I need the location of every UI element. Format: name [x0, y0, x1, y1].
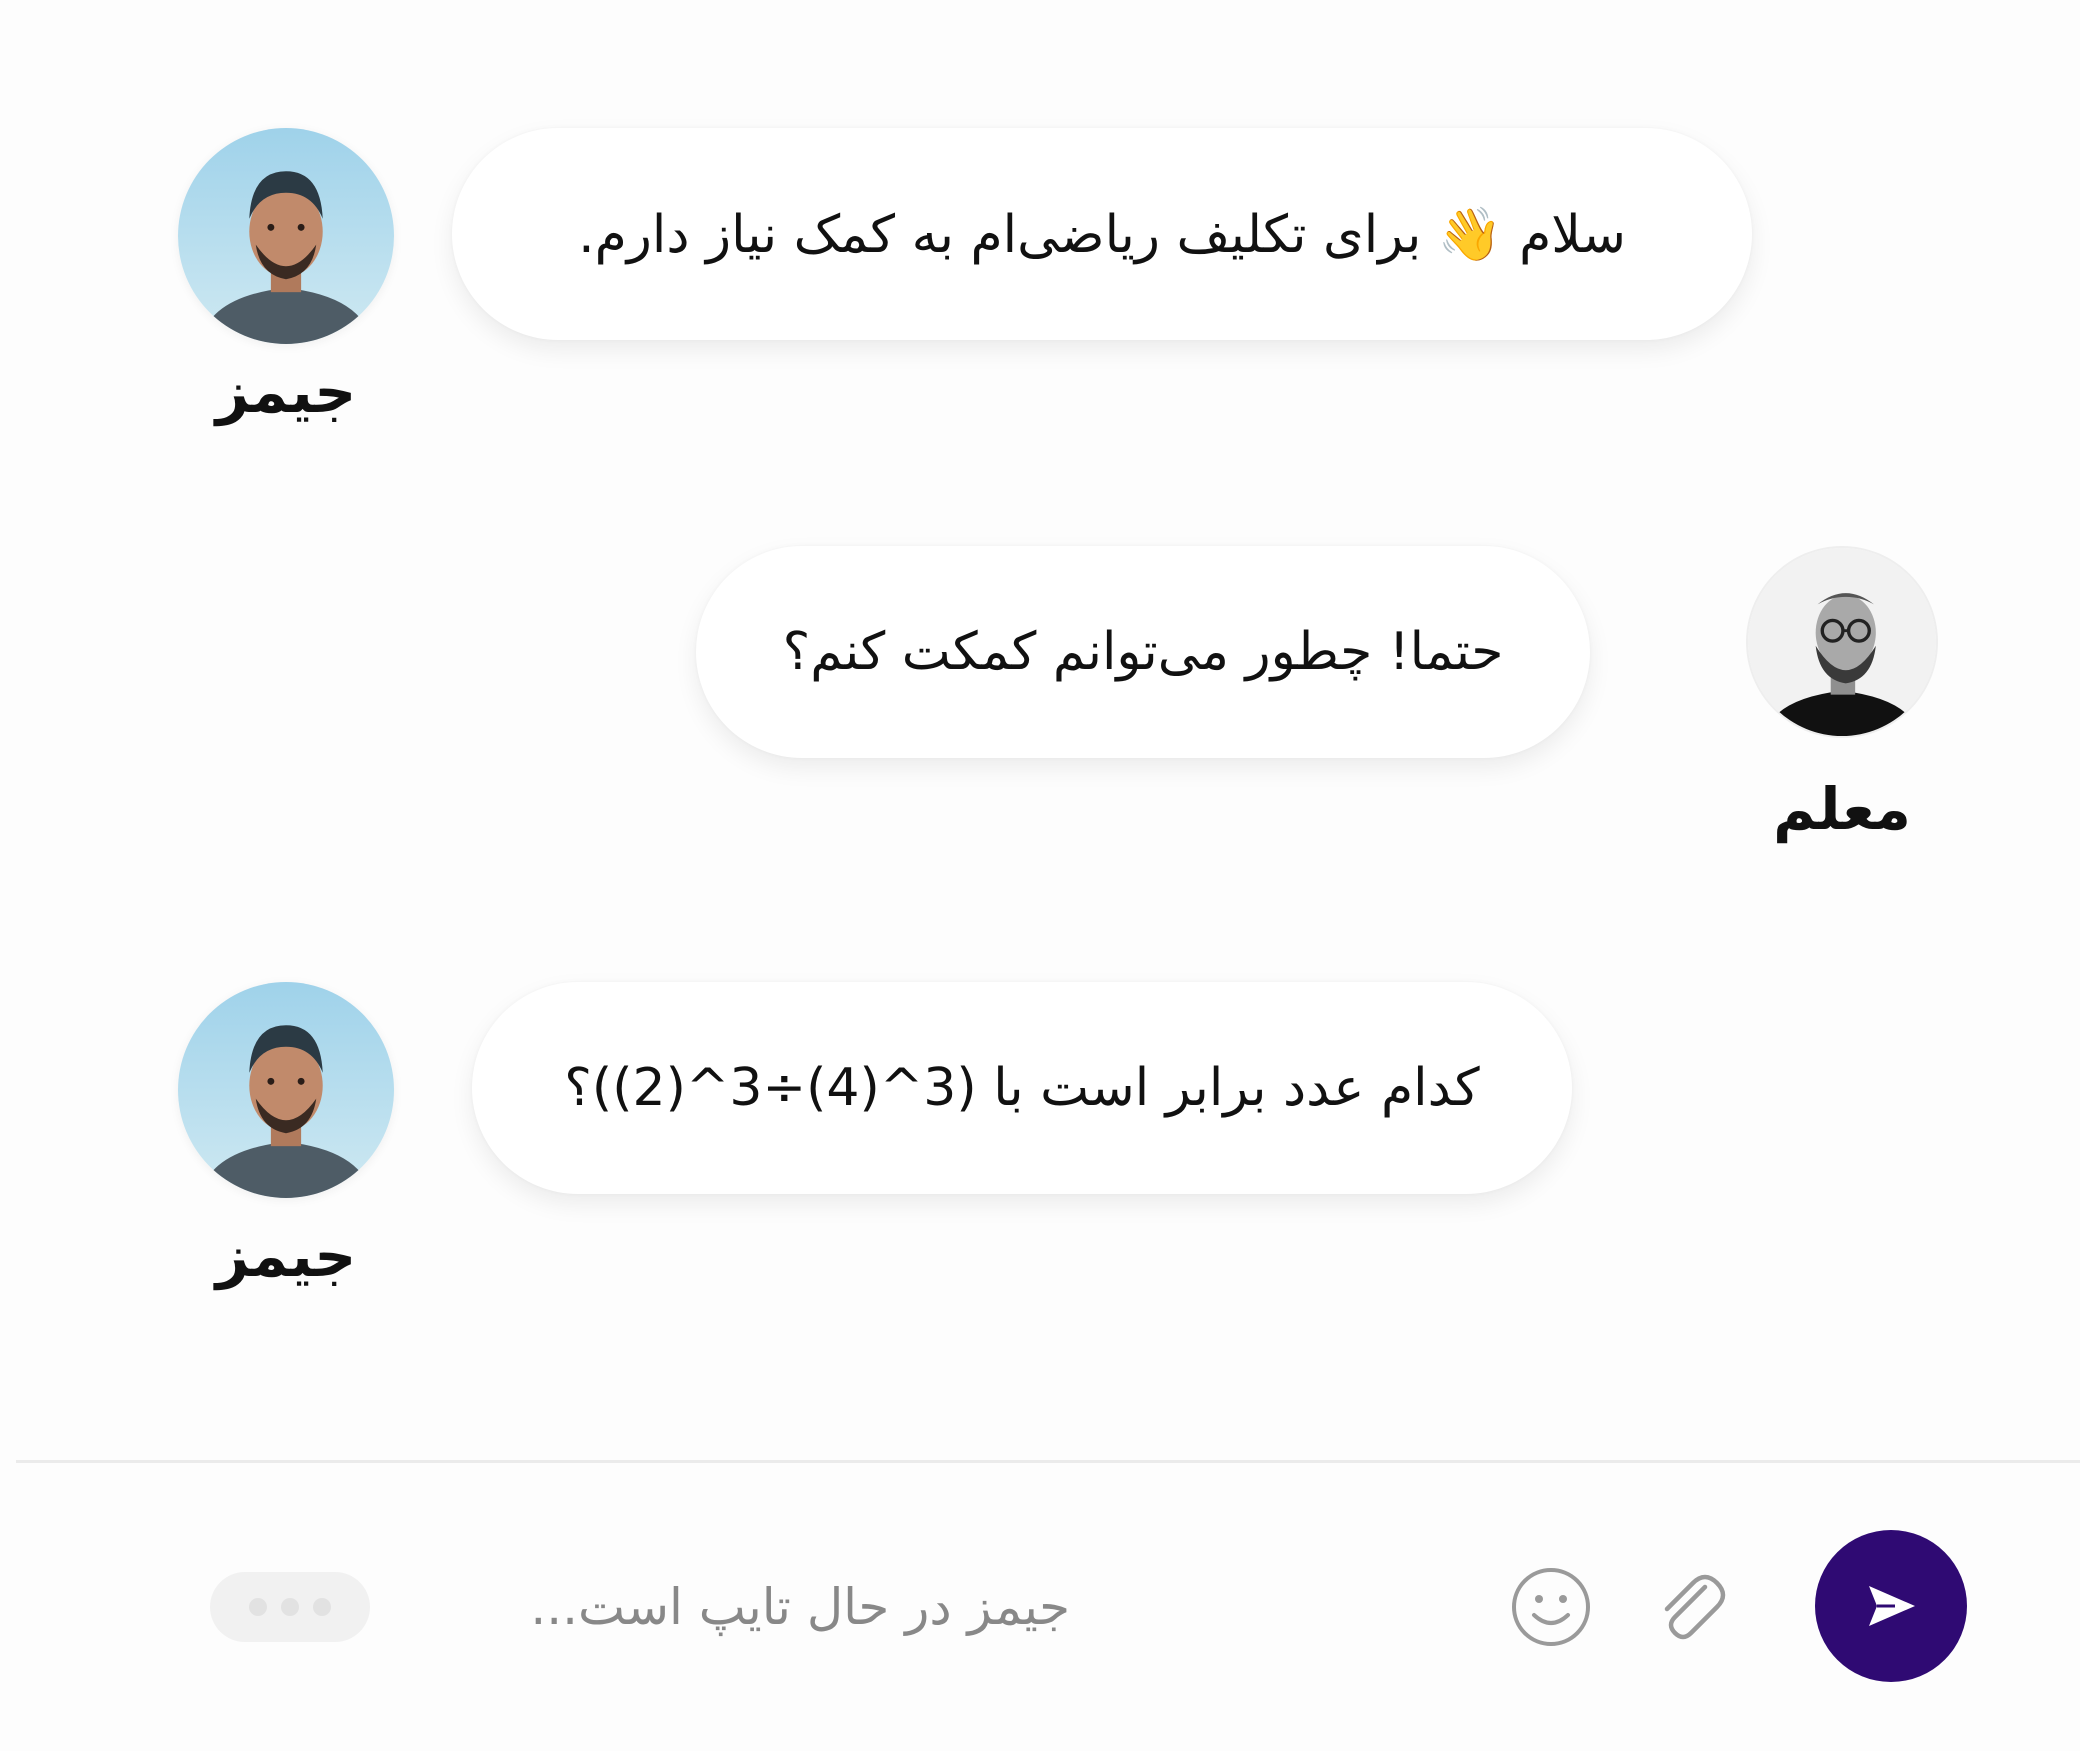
math-expression: ((2)^3÷(4)^3)	[591, 1058, 977, 1118]
attach-button[interactable]	[1644, 1562, 1734, 1652]
composer-divider	[16, 1460, 2080, 1463]
typing-dot	[313, 1598, 331, 1616]
james-avatar	[178, 982, 394, 1198]
student-avatar-icon	[178, 982, 394, 1198]
emoji-icon	[1512, 1568, 1590, 1646]
message-text: حتما! چطور می‌توانم کمکت کنم؟	[782, 622, 1504, 682]
james-name: جیمز	[215, 1222, 357, 1290]
james-avatar	[178, 128, 394, 344]
message-text-prefix: کدام عدد برابر است با	[993, 1058, 1480, 1118]
send-button[interactable]	[1815, 1530, 1967, 1682]
typing-dot	[249, 1598, 267, 1616]
message-bubble: سلام 👋 برای تکلیف ریاضی‌ام به کمک نیاز د…	[452, 128, 1752, 340]
typing-dot	[281, 1598, 299, 1616]
send-icon	[1869, 1586, 1915, 1626]
message-bubble: حتما! چطور می‌توانم کمکت کنم؟	[696, 546, 1590, 758]
typing-indicator	[210, 1572, 370, 1642]
typing-status: جیمز در حال تایپ است...	[530, 1578, 1070, 1636]
teacher-avatar-icon	[1748, 548, 1936, 736]
emoji-button[interactable]	[1506, 1562, 1596, 1652]
message-text: کدام عدد برابر است با ((2)^3÷(4)^3)؟	[564, 1058, 1479, 1118]
james-name: جیمز	[215, 358, 357, 426]
message-text-suffix: ؟	[564, 1058, 592, 1118]
message-text: سلام 👋 برای تکلیف ریاضی‌ام به کمک نیاز د…	[578, 204, 1626, 265]
message-bubble: کدام عدد برابر است با ((2)^3÷(4)^3)؟	[472, 982, 1572, 1194]
teacher-avatar	[1748, 548, 1936, 736]
student-avatar-icon	[178, 128, 394, 344]
teacher-name: معلم	[1773, 775, 1911, 843]
paperclip-icon	[1664, 1574, 1726, 1640]
